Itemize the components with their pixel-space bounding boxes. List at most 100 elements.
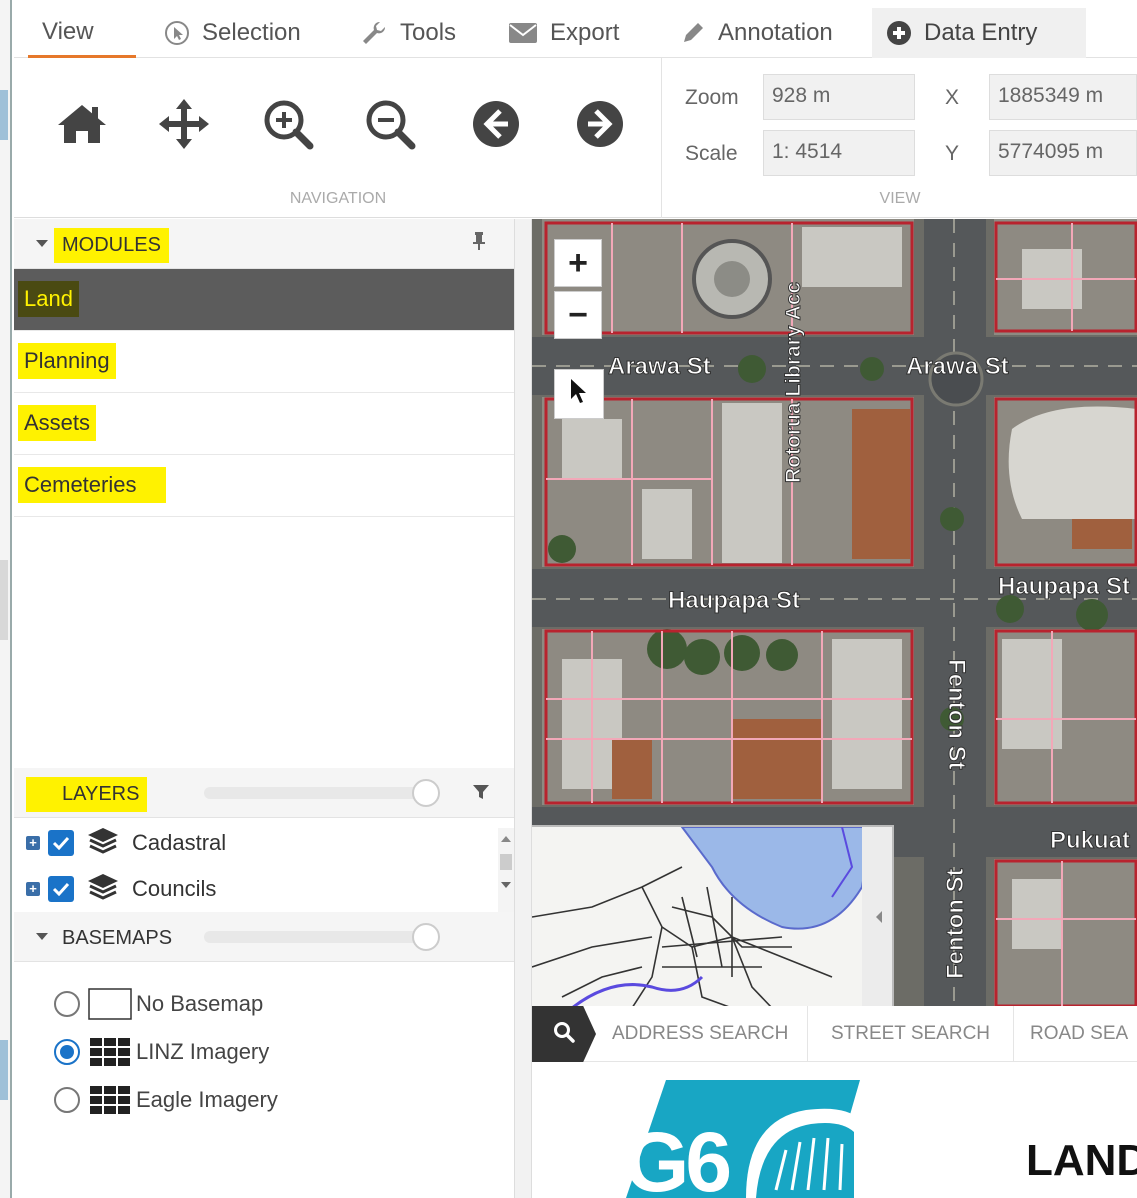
layer-checkbox-cadastral[interactable]: [48, 830, 74, 856]
module-item-land[interactable]: Land: [14, 269, 514, 331]
home-button[interactable]: [52, 96, 112, 156]
tab-address-search-label: ADDRESS SEARCH: [612, 1023, 789, 1044]
basemaps-opacity-slider[interactable]: [204, 931, 436, 943]
layer-row-cadastral: + Cadastral: [14, 820, 484, 866]
view-caption: VIEW: [879, 190, 921, 207]
zoom-in-glyph: +: [568, 243, 588, 282]
tab-address-search[interactable]: ADDRESS SEARCH: [596, 1006, 808, 1062]
collapse-triangle-icon: [36, 240, 48, 247]
window-edge: [0, 0, 12, 1198]
tab-export[interactable]: Export: [494, 8, 633, 58]
layer-label: Cadastral: [132, 830, 227, 855]
layer-row-councils: + Councils: [14, 866, 484, 912]
street-label-library: Rotorua Library Acc: [782, 281, 806, 483]
basemap-option-none[interactable]: No Basemap: [54, 984, 263, 1024]
map-zoom-out-button[interactable]: −: [554, 291, 602, 339]
layers-panel: LAYERS + Cadastral + Councils: [14, 768, 514, 912]
map-select-tool-button[interactable]: [554, 369, 604, 419]
module-item-label: Assets: [18, 405, 97, 441]
street-label-arawa: Arawa St: [608, 353, 712, 381]
ribbon-body: NAVIGATION Zoom 928 m Scale 1: 4514 X 18…: [14, 58, 1137, 218]
banner-title: LAND: [1026, 1136, 1137, 1185]
street-label-haupapa: Haupapa St: [667, 587, 801, 615]
zoom-in-icon: [262, 98, 314, 155]
street-label-haupapa: Haupapa St: [997, 573, 1131, 601]
zoom-out-button[interactable]: [360, 96, 420, 156]
module-item-planning[interactable]: Planning: [14, 331, 514, 393]
filter-icon[interactable]: [472, 783, 490, 806]
tab-data-entry[interactable]: Data Entry: [872, 8, 1086, 58]
basemaps-opacity-knob[interactable]: [412, 923, 440, 951]
expand-plus-icon[interactable]: +: [26, 836, 40, 850]
basemap-label: No Basemap: [136, 991, 264, 1016]
pointer-cursor-icon: [567, 375, 591, 414]
g6-logo: G6: [596, 1080, 860, 1198]
pin-icon[interactable]: [472, 231, 486, 256]
x-coordinate-field[interactable]: 1885349 m: [989, 74, 1137, 120]
navigation-group: NAVIGATION: [14, 58, 662, 218]
arrow-left-circle-icon: [472, 100, 520, 153]
navigation-caption: NAVIGATION: [289, 190, 387, 207]
module-item-label: Planning: [18, 343, 116, 379]
scale-field[interactable]: 1: 4514: [763, 130, 915, 176]
home-icon: [56, 101, 108, 152]
y-label: Y: [945, 142, 960, 165]
basemap-option-linz[interactable]: LINZ Imagery: [54, 1032, 269, 1072]
layers-header[interactable]: LAYERS: [14, 768, 514, 818]
layers-scrollbar[interactable]: [498, 828, 514, 912]
module-item-label: Land: [18, 281, 79, 317]
overview-map-drawing: [532, 827, 892, 1006]
street-label-fenton: Fenton St: [943, 659, 971, 771]
search-tab-bar: ADDRESS SEARCH STREET SEARCH ROAD SEA: [532, 1006, 1137, 1062]
tab-street-search[interactable]: STREET SEARCH: [808, 1006, 1014, 1062]
expand-plus-icon[interactable]: +: [26, 882, 40, 896]
module-item-label: Cemeteries: [18, 467, 167, 503]
layer-label: Councils: [132, 876, 217, 901]
blank-basemap-icon: [88, 988, 132, 1020]
tab-street-search-label: STREET SEARCH: [830, 1023, 991, 1044]
basemap-radio[interactable]: [54, 1039, 80, 1065]
zoom-field[interactable]: 928 m: [763, 74, 915, 120]
wrench-icon: [360, 19, 388, 47]
grid-imagery-icon: [88, 1036, 132, 1068]
basemaps-panel: BASEMAPS No Basemap LINZ Imagery Eagle I…: [14, 912, 514, 1198]
pan-button[interactable]: [154, 96, 214, 156]
basemaps-title: BASEMAPS: [62, 927, 173, 949]
panel-splitter[interactable]: [514, 219, 532, 1198]
envelope-icon: [508, 22, 538, 44]
tab-selection-label: Selection: [202, 19, 301, 46]
y-coordinate-field[interactable]: 5774095 m: [989, 130, 1137, 176]
map-view[interactable]: + − Arawa St Arawa St Rotorua Library Ac…: [532, 219, 1137, 1006]
basemap-radio[interactable]: [54, 1087, 80, 1113]
modules-header[interactable]: MODULES: [14, 219, 514, 269]
tab-tools[interactable]: Tools: [346, 8, 470, 58]
move-arrows-icon: [157, 97, 211, 156]
tab-annotation[interactable]: Annotation: [666, 8, 847, 58]
layers-opacity-slider[interactable]: [204, 787, 436, 799]
modules-panel: MODULES Land Planning Assets Cemeteries: [14, 219, 514, 759]
basemap-label: Eagle Imagery: [136, 1087, 278, 1112]
search-button[interactable]: [532, 1006, 596, 1062]
basemap-radio[interactable]: [54, 991, 80, 1017]
tab-road-search[interactable]: ROAD SEA: [1014, 1006, 1137, 1062]
map-zoom-in-button[interactable]: +: [554, 239, 602, 287]
layers-opacity-knob[interactable]: [412, 779, 440, 807]
next-extent-button[interactable]: [570, 96, 630, 156]
zoom-in-button[interactable]: [258, 96, 318, 156]
basemaps-header[interactable]: BASEMAPS: [14, 912, 514, 962]
tab-view[interactable]: View: [28, 8, 136, 58]
street-label-fenton: Fenton St: [942, 868, 970, 980]
tab-annotation-label: Annotation: [718, 19, 833, 46]
zoom-out-icon: [364, 98, 416, 155]
view-group: Zoom 928 m Scale 1: 4514 X 1885349 m Y 5…: [663, 58, 1137, 218]
basemap-option-eagle[interactable]: Eagle Imagery: [54, 1080, 278, 1120]
plus-circle-icon: [886, 20, 912, 46]
layer-checkbox-councils[interactable]: [48, 876, 74, 902]
module-item-assets[interactable]: Assets: [14, 393, 514, 455]
tab-selection[interactable]: Selection: [150, 8, 315, 58]
previous-extent-button[interactable]: [466, 96, 526, 156]
overview-map[interactable]: [532, 825, 894, 1006]
module-item-cemeteries[interactable]: Cemeteries: [14, 455, 514, 517]
ribbon-tab-bar: View Selection Tools Export Annotation D…: [14, 8, 1137, 58]
layers-stack-icon: [86, 872, 120, 907]
